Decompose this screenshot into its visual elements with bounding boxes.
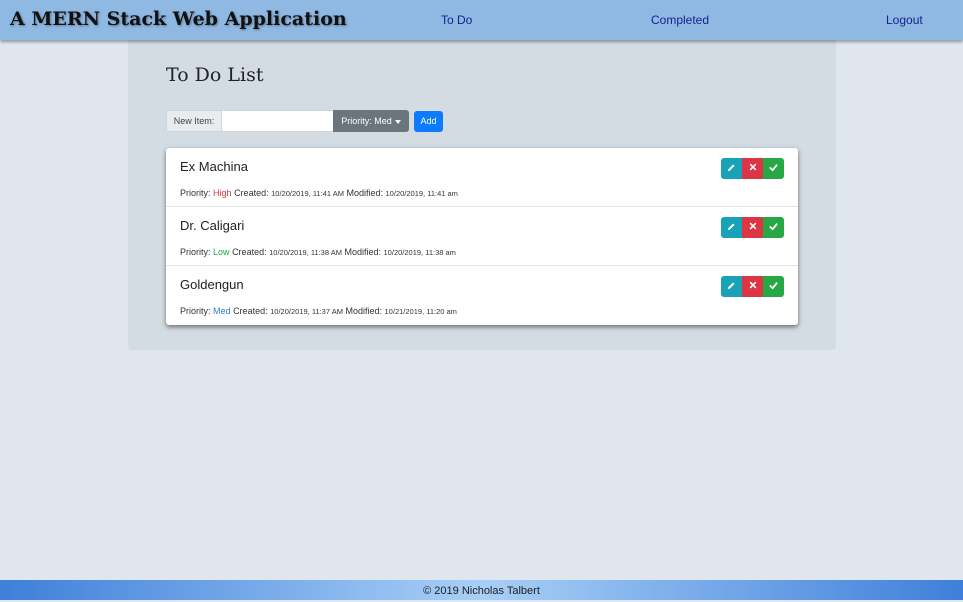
created-date: 10/20/2019, 11:41 AM bbox=[271, 189, 344, 198]
created-prefix: Created: bbox=[232, 247, 267, 257]
item-actions bbox=[721, 158, 784, 179]
edit-button[interactable] bbox=[721, 158, 742, 179]
item-title: Goldengun bbox=[180, 277, 244, 292]
list-item: Ex Machina Priority: High Created: 10/20… bbox=[166, 148, 798, 207]
priority-prefix: Priority: bbox=[180, 306, 211, 316]
modified-date: 10/20/2019, 11:41 am bbox=[385, 189, 458, 198]
modified-date: 10/20/2019, 11:38 am bbox=[383, 248, 456, 257]
list-item: Dr. Caligari Priority: Low Created: 10/2… bbox=[166, 207, 798, 266]
item-actions bbox=[721, 217, 784, 238]
priority-dropdown-button[interactable]: Priority: Med bbox=[333, 110, 409, 132]
complete-button[interactable] bbox=[763, 217, 784, 238]
modified-prefix: Modified: bbox=[345, 306, 382, 316]
close-icon bbox=[749, 164, 756, 171]
modified-date: 10/21/2019, 11:20 am bbox=[384, 307, 457, 316]
nav-link-completed[interactable]: Completed bbox=[651, 13, 709, 27]
created-prefix: Created: bbox=[234, 188, 269, 198]
priority-dropdown-label: Priority: Med bbox=[341, 116, 392, 126]
checkmark-icon bbox=[769, 282, 778, 290]
item-title: Dr. Caligari bbox=[180, 218, 245, 233]
modified-prefix: Modified: bbox=[344, 247, 381, 257]
delete-button[interactable] bbox=[742, 217, 763, 238]
todo-list: Ex Machina Priority: High Created: 10/20… bbox=[166, 148, 798, 325]
item-meta: Priority: Low Created: 10/20/2019, 11:38… bbox=[180, 247, 456, 257]
priority-value: Low bbox=[213, 247, 230, 257]
item-actions bbox=[721, 276, 784, 297]
item-meta: Priority: High Created: 10/20/2019, 11:4… bbox=[180, 188, 458, 198]
priority-value: Med bbox=[213, 306, 231, 316]
complete-button[interactable] bbox=[763, 276, 784, 297]
item-title: Ex Machina bbox=[180, 159, 248, 174]
created-date: 10/20/2019, 11:37 AM bbox=[270, 307, 343, 316]
priority-value: High bbox=[213, 188, 232, 198]
close-icon bbox=[749, 223, 756, 230]
caret-down-icon bbox=[394, 119, 401, 124]
todo-panel: To Do List New Item: Priority: Med Add E… bbox=[128, 40, 836, 350]
pencil-icon bbox=[727, 164, 735, 171]
list-item: Goldengun Priority: Med Created: 10/20/2… bbox=[166, 266, 798, 325]
app-brand: A MERN Stack Web Application bbox=[10, 8, 347, 30]
created-date: 10/20/2019, 11:38 AM bbox=[269, 248, 342, 257]
new-item-input[interactable] bbox=[221, 110, 341, 132]
edit-button[interactable] bbox=[721, 217, 742, 238]
priority-prefix: Priority: bbox=[180, 188, 211, 198]
pencil-icon bbox=[727, 223, 735, 230]
nav-link-todo[interactable]: To Do bbox=[441, 13, 472, 27]
nav-link-logout[interactable]: Logout bbox=[886, 13, 923, 27]
page-title: To Do List bbox=[166, 64, 264, 86]
modified-prefix: Modified: bbox=[346, 188, 383, 198]
complete-button[interactable] bbox=[763, 158, 784, 179]
checkmark-icon bbox=[769, 223, 778, 231]
checkmark-icon bbox=[769, 164, 778, 172]
new-item-label: New Item: bbox=[166, 110, 222, 132]
item-meta: Priority: Med Created: 10/20/2019, 11:37… bbox=[180, 306, 457, 316]
pencil-icon bbox=[727, 282, 735, 289]
created-prefix: Created: bbox=[233, 306, 268, 316]
edit-button[interactable] bbox=[721, 276, 742, 297]
footer-text: © 2019 Nicholas Talbert bbox=[423, 585, 540, 597]
add-button[interactable]: Add bbox=[414, 111, 443, 132]
page-footer: © 2019 Nicholas Talbert bbox=[0, 580, 963, 600]
delete-button[interactable] bbox=[742, 158, 763, 179]
priority-prefix: Priority: bbox=[180, 247, 211, 257]
delete-button[interactable] bbox=[742, 276, 763, 297]
close-icon bbox=[749, 282, 756, 289]
top-navbar: A MERN Stack Web Application To Do Compl… bbox=[0, 0, 963, 40]
